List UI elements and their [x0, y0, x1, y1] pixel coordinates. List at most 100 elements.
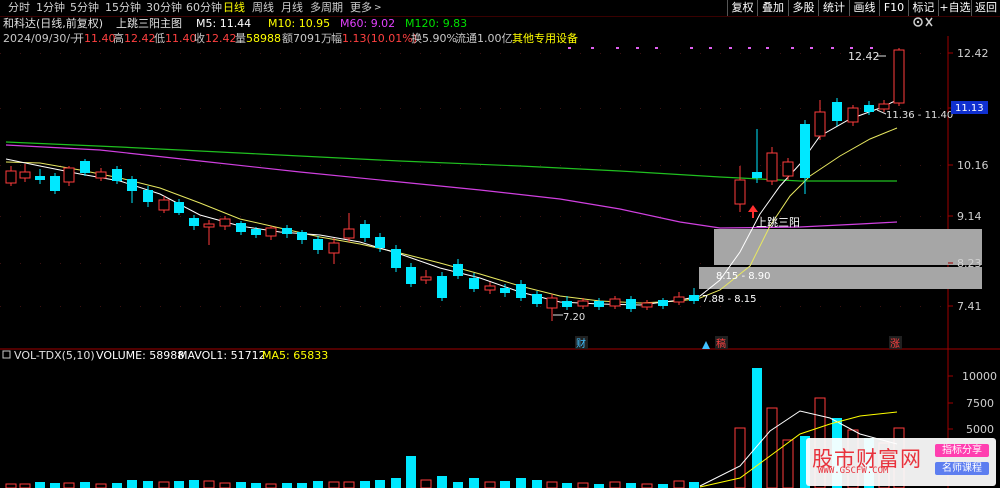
- ma10-legend: M10: 10.95: [268, 17, 330, 30]
- zixuan-button[interactable]: +自选: [938, 0, 971, 16]
- volume-header: VOL-TDX(5,10) VOLUME: 58988 MAVOL1: 5171…: [2, 349, 328, 362]
- high-price-label: 12.42: [848, 50, 880, 63]
- volume-bar: [782, 439, 794, 488]
- signal-label: 上跳三阳: [756, 215, 800, 229]
- candle: [734, 166, 746, 212]
- resistance-zone-upper: [714, 229, 982, 265]
- volume-bar: [265, 483, 277, 488]
- diejia-button[interactable]: 叠加: [757, 0, 788, 16]
- period-tab-1[interactable]: 1分钟: [36, 0, 65, 16]
- biaoji-button[interactable]: 标记: [908, 0, 938, 16]
- period-tab-2[interactable]: 5分钟: [70, 0, 99, 16]
- ma120-legend: M120: 9.83: [405, 17, 467, 30]
- candle: [689, 288, 699, 304]
- info-vol-label: 量: [235, 32, 246, 45]
- volume-bar: [63, 482, 75, 488]
- candle: [609, 296, 621, 309]
- finance-event-marker[interactable]: 财: [575, 336, 588, 350]
- volume-bar: [484, 481, 496, 488]
- svg-text:7500: 7500: [966, 397, 994, 410]
- price-chart[interactable]: 和科达(日线,前复权) 上跳三阳主图 M5: 11.44 M10: 10.95 …: [0, 16, 1000, 488]
- huaxian-button[interactable]: 画线: [849, 0, 879, 16]
- period-tab-4[interactable]: 30分钟: [146, 0, 182, 16]
- draft-event-marker[interactable]: 稿: [702, 336, 728, 350]
- info-low-label: 低: [154, 32, 165, 45]
- period-tab-3[interactable]: 15分钟: [105, 0, 141, 16]
- info-sector: 其他专用设备: [512, 31, 578, 45]
- ma5-legend: M5: 11.44: [196, 17, 251, 30]
- price-tick-label: 12.42: [957, 47, 989, 60]
- tongji-button[interactable]: 统计: [818, 0, 849, 16]
- candle: [673, 292, 685, 305]
- candle: [265, 226, 277, 240]
- more-arrow[interactable]: >: [374, 0, 382, 16]
- volume-bar: [127, 480, 137, 488]
- svg-text:稿: 稿: [716, 337, 726, 350]
- candle: [484, 282, 496, 294]
- volume-bar: [19, 483, 31, 488]
- f10-button[interactable]: F10: [879, 0, 908, 16]
- limit-up-event-marker[interactable]: 涨: [889, 336, 902, 350]
- volume-bar: [391, 478, 401, 488]
- volume-bar: [453, 482, 463, 488]
- volume-bar: [174, 481, 184, 488]
- volume-bar: [50, 483, 60, 488]
- volume-bar: [343, 481, 355, 488]
- info-change: 1.13(10.01%): [342, 32, 417, 45]
- info-turnover: 换5.90%: [411, 31, 457, 45]
- svg-text:10000: 10000: [962, 370, 997, 383]
- volume-bar: [282, 483, 292, 488]
- candle: [158, 196, 170, 213]
- watermark-tag-course[interactable]: 名师课程: [935, 462, 989, 475]
- stock-name: 和科达(日线,前复权): [3, 16, 103, 30]
- candle: [282, 225, 292, 238]
- volume-bar: [673, 480, 685, 488]
- gear-icon[interactable]: [913, 17, 923, 27]
- candle: [437, 272, 447, 301]
- volume-axis-ticks: 10000 7500 5000: [948, 370, 997, 436]
- period-tab-6[interactable]: 日线: [223, 0, 245, 16]
- period-tab-7[interactable]: 周线: [252, 0, 274, 16]
- zone-upper-label: 11.36 - 11.40: [886, 110, 953, 121]
- volume-bars: [5, 368, 905, 488]
- fuquan-button[interactable]: 复权: [727, 0, 757, 16]
- period-tab-0[interactable]: 分时: [8, 0, 30, 16]
- candle: [174, 199, 184, 215]
- volume-bar: [203, 480, 215, 488]
- candle: [236, 221, 246, 235]
- candle: [328, 238, 340, 264]
- mavol1-value: MAVOL1: 51712: [178, 349, 266, 362]
- volume-bar: [112, 483, 122, 488]
- candle: [453, 259, 463, 279]
- volume-bar: [577, 482, 589, 488]
- volume-bar: [500, 481, 510, 488]
- candle: [313, 236, 323, 254]
- candle: [832, 98, 842, 126]
- ma120-line: [5, 141, 897, 182]
- period-tab-5[interactable]: 60分钟: [186, 0, 222, 16]
- volume-bar: [594, 484, 604, 488]
- info-date: 2024/09/30/一: [3, 32, 81, 45]
- svg-text:11.13: 11.13: [955, 103, 984, 114]
- candle: [19, 164, 31, 182]
- period-tab-10[interactable]: 更多: [350, 0, 372, 16]
- period-tab-8[interactable]: 月线: [281, 0, 303, 16]
- price-tick-label: 7.41: [957, 300, 982, 313]
- period-tab-9[interactable]: 多周期: [310, 0, 343, 16]
- watermark-tag-indicator[interactable]: 指标分享: [935, 444, 989, 457]
- info-high-label: 高: [113, 31, 124, 45]
- info-close: 12.42: [205, 32, 237, 45]
- volume-bar: [328, 481, 340, 488]
- close-icon[interactable]: [925, 17, 933, 27]
- candle: [658, 298, 668, 309]
- duogu-button[interactable]: 多股: [788, 0, 818, 16]
- volume-bar: [189, 480, 199, 488]
- volume-bar: [95, 483, 107, 488]
- candle: [360, 220, 370, 242]
- volume-bar: [437, 476, 447, 488]
- fanhui-button[interactable]: 返回: [971, 0, 1000, 16]
- volume-bar: [158, 481, 170, 488]
- candle: [641, 300, 653, 310]
- candle: [626, 296, 636, 312]
- info-open: 11.40: [84, 32, 116, 45]
